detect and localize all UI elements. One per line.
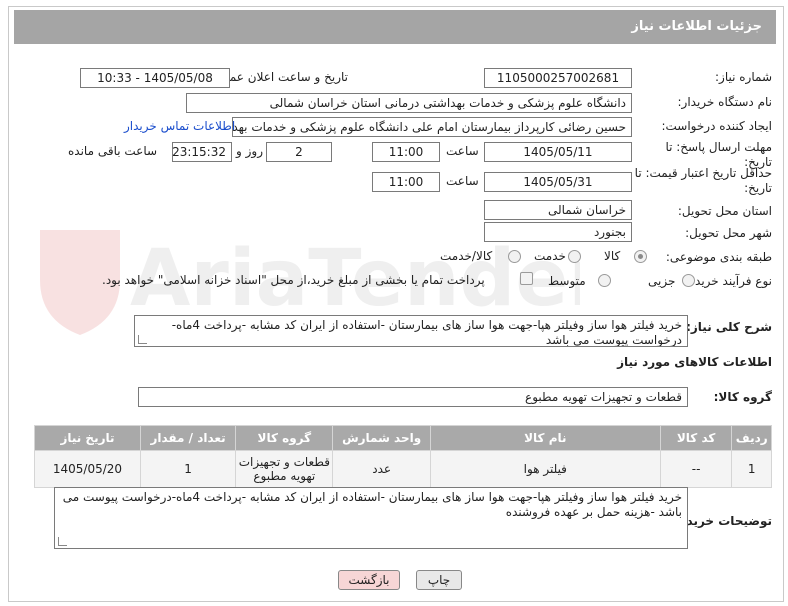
col-row-number: ردیف: [731, 425, 772, 451]
requester-label: ایجاد کننده درخواست:: [661, 119, 772, 133]
category-option-goods-service: کالا/خدمت: [440, 249, 493, 263]
remaining-time-field: 23:15:32: [172, 142, 232, 162]
category-label: طبقه بندی موضوعی:: [665, 250, 772, 264]
buyer-org-field: دانشگاه علوم پزشکی و خدمات بهداشتی درمان…: [186, 93, 632, 113]
page-title: جزئیات اطلاعات نیاز: [631, 19, 762, 34]
cell-unit: عدد: [332, 450, 431, 488]
table-header-row: ردیف کد کالا نام کالا واحد شمارش گروه کا…: [34, 425, 772, 451]
deadline-date-field: 1405/05/11: [484, 142, 632, 162]
buyer-org-label: نام دستگاه خریدار:: [677, 95, 773, 109]
col-goods-group: گروه کالا: [235, 425, 334, 451]
city-label: شهر محل تحویل:: [685, 226, 772, 240]
contact-info-link[interactable]: اطلاعات تماس خریدار: [124, 119, 235, 133]
goods-info-heading: اطلاعات کالاهای مورد نیاز: [617, 355, 772, 369]
category-option-goods: کالا: [604, 249, 621, 263]
process-radio-medium[interactable]: [598, 274, 611, 287]
resize-grip-icon[interactable]: [138, 335, 147, 344]
category-radio-service[interactable]: [568, 250, 581, 263]
print-button[interactable]: چاپ: [416, 570, 462, 590]
buyer-notes-textarea[interactable]: خرید فیلتر هوا ساز وفیلتر هپا-جهت هوا سا…: [54, 487, 688, 549]
cell-need-date: 1405/05/20: [34, 450, 141, 488]
process-label: نوع فرآیند خرید :: [687, 274, 772, 288]
cell-goods-code: --: [659, 450, 733, 488]
payment-note: پرداخت تمام یا بخشی از مبلغ خرید،از محل …: [102, 273, 485, 287]
col-goods-code: کد کالا: [659, 425, 733, 451]
category-option-service: خدمت: [534, 249, 566, 263]
process-option-minor: جزیی: [648, 274, 676, 288]
summary-textarea[interactable]: خرید فیلتر هوا ساز وفیلتر هپا-جهت هوا سا…: [134, 315, 688, 347]
cell-goods-group: قطعات و تجهیزات تهویه مطبوع: [235, 450, 334, 488]
city-field: بجنورد: [484, 222, 632, 242]
summary-label: شرح کلی نیاز:: [686, 320, 772, 334]
goods-group-label: گروه کالا:: [713, 390, 772, 404]
need-number-field: 1105000257002681: [484, 68, 632, 88]
summary-text: خرید فیلتر هوا ساز وفیلتر هپا-جهت هوا سا…: [171, 318, 682, 347]
col-quantity: تعداد / مقدار: [139, 425, 237, 451]
category-radio-goods-service[interactable]: [508, 250, 521, 263]
validity-time-label: ساعت: [446, 174, 479, 188]
deadline-time-label: ساعت: [446, 144, 479, 158]
cell-row-number: 1: [731, 450, 772, 488]
cell-goods-name: فیلتر هوا: [429, 450, 661, 488]
requester-field: حسین رضائی کارپرداز بیمارستان امام علی د…: [232, 117, 632, 137]
need-number-label: شماره نیاز:: [715, 70, 772, 84]
col-need-date: تاریخ نیاز: [34, 425, 141, 451]
days-field: 2: [266, 142, 332, 162]
goods-table: ردیف کد کالا نام کالا واحد شمارش گروه کا…: [34, 425, 772, 488]
days-label: روز و: [236, 144, 263, 158]
remaining-label: ساعت باقی مانده: [68, 144, 158, 158]
col-goods-name: نام کالا: [429, 425, 661, 451]
resize-grip-icon[interactable]: [58, 537, 67, 546]
table-row: 1 -- فیلتر هوا عدد قطعات و تجهیزات تهویه…: [34, 450, 772, 488]
deadline-time-field: 11:00: [372, 142, 440, 162]
back-button[interactable]: بازگشت: [338, 570, 400, 590]
province-label: استان محل تحویل:: [677, 204, 772, 218]
cell-quantity: 1: [139, 450, 237, 488]
process-option-medium: متوسط: [548, 274, 586, 288]
category-radio-goods[interactable]: [634, 250, 647, 263]
buyer-notes-text: خرید فیلتر هوا ساز وفیلتر هپا-جهت هوا سا…: [62, 490, 682, 519]
process-radio-minor[interactable]: [682, 274, 695, 287]
col-unit: واحد شمارش: [332, 425, 431, 451]
province-field: خراسان شمالی: [484, 200, 632, 220]
validity-time-field: 11:00: [372, 172, 440, 192]
validity-label: حداقل تاریخ اعتبار قیمت: تا تاریخ:: [634, 166, 772, 195]
goods-group-field: قطعات و تجهیزات تهویه مطبوع: [138, 387, 688, 407]
announce-field: 1405/05/08 - 10:33: [80, 68, 230, 88]
page-header: جزئیات اطلاعات نیاز: [14, 10, 776, 44]
payment-checkbox[interactable]: [520, 272, 533, 285]
validity-date-field: 1405/05/31: [484, 172, 632, 192]
